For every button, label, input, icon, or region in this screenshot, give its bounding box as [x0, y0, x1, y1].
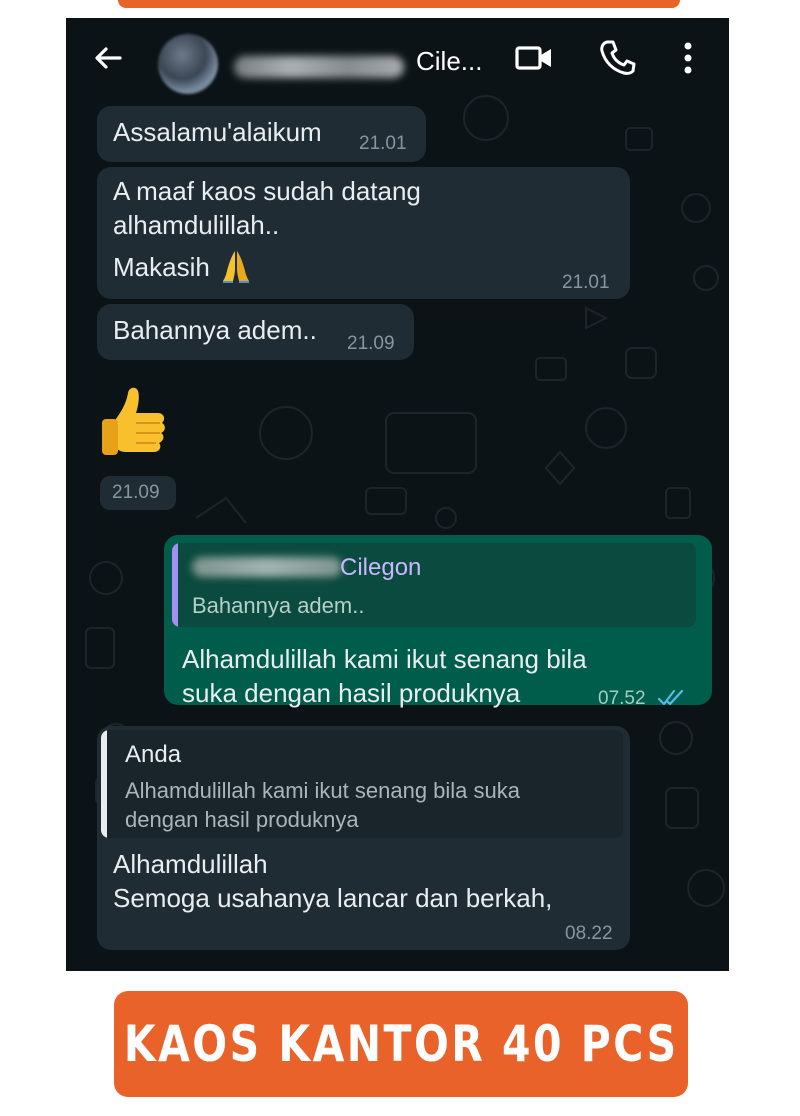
video-call-icon[interactable]: [514, 40, 554, 76]
incoming-message[interactable]: Anda Alhamdulillah kami ikut senang bila…: [97, 726, 630, 950]
chat-screen: Cile... Assalamu'alaikum 21.01 A maaf ka…: [66, 18, 729, 971]
message-time: 21.09: [347, 333, 395, 354]
message-time: 21.01: [562, 272, 610, 293]
message-text: Bahannya adem..: [113, 315, 317, 345]
incoming-message[interactable]: Bahannya adem.. 21.09: [97, 304, 414, 360]
message-text-line: Alhamdulillah: [113, 849, 268, 879]
banner-text: KAOS KANTOR 40 PCS: [123, 1015, 679, 1073]
outgoing-message[interactable]: Cilegon Bahannya adem.. Alhamdulillah ka…: [164, 535, 712, 709]
thumbs-up-emoji-icon[interactable]: [96, 383, 172, 463]
emoji-time-badge: 21.09: [100, 476, 176, 510]
folded-hands-emoji-icon: [223, 251, 249, 283]
message-text-line: suka dengan hasil produknya: [182, 678, 521, 708]
contact-avatar[interactable]: [158, 34, 218, 94]
quote-accent-bar: [172, 543, 178, 627]
product-banner: KAOS KANTOR 40 PCS: [114, 991, 688, 1097]
quoted-message[interactable]: Cilegon Bahannya adem..: [172, 543, 696, 627]
message-time: 07.52: [598, 688, 646, 709]
back-arrow-icon[interactable]: [92, 42, 124, 74]
voice-call-icon[interactable]: [598, 38, 636, 76]
quote-accent-bar: [101, 730, 107, 838]
message-time: 21.01: [359, 133, 407, 154]
chat-header: Cile...: [66, 18, 729, 98]
message-text-line: alhamdulillah..: [113, 210, 280, 240]
quote-text-line: Alhamdulillah kami ikut senang bila suka: [125, 778, 520, 803]
incoming-message[interactable]: A maaf kaos sudah datang alhamdulillah..…: [97, 167, 630, 299]
top-orange-strip: [118, 0, 680, 8]
contact-name[interactable]: Cile...: [416, 44, 482, 78]
message-text: Assalamu'alaikum: [113, 117, 322, 147]
message-time: 08.22: [565, 923, 613, 944]
quote-author: Anda: [125, 741, 182, 768]
quote-text: Bahannya adem..: [192, 593, 365, 618]
double-check-read-icon: [658, 689, 684, 706]
redacted-contact-name: [234, 56, 404, 78]
more-options-icon[interactable]: [678, 38, 698, 78]
redacted-quote-author: [192, 557, 342, 577]
incoming-message[interactable]: Assalamu'alaikum 21.01: [97, 106, 426, 162]
quoted-message[interactable]: Anda Alhamdulillah kami ikut senang bila…: [101, 730, 623, 838]
quote-author: Cilegon: [340, 554, 422, 581]
message-text-line: Makasih: [113, 252, 210, 282]
quote-text-line: dengan hasil produknya: [125, 807, 359, 832]
message-text-line: Semoga usahanya lancar dan berkah,: [113, 883, 553, 913]
message-text-line: Alhamdulillah kami ikut senang bila: [182, 644, 587, 674]
message-time: 21.09: [112, 482, 160, 503]
message-text-line: A maaf kaos sudah datang: [113, 176, 421, 206]
